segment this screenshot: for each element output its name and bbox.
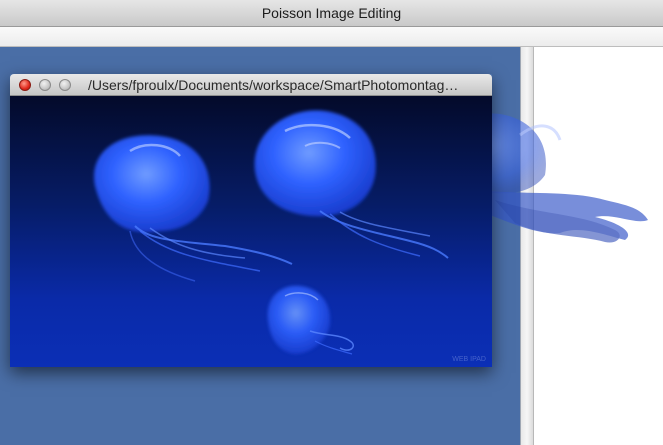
image-watermark: WEB IPAD (452, 356, 486, 363)
jellyfish-icon (267, 285, 354, 355)
close-button[interactable] (19, 79, 31, 91)
source-image[interactable]: WEB IPAD (10, 96, 492, 367)
zoom-button[interactable] (59, 79, 71, 91)
minimize-button[interactable] (39, 79, 51, 91)
document-window[interactable]: /Users/fproulx/Documents/workspace/Smart… (10, 74, 492, 367)
jellyfish-image (94, 110, 449, 355)
result-panel[interactable] (534, 47, 663, 445)
app-titlebar: Poisson Image Editing (0, 0, 663, 27)
jellyfish-icon (254, 110, 449, 259)
document-titlebar[interactable]: /Users/fproulx/Documents/workspace/Smart… (10, 74, 492, 96)
split-divider[interactable] (520, 47, 534, 445)
app-title: Poisson Image Editing (261, 5, 402, 21)
toolbar-strip (0, 27, 663, 47)
document-path-title: /Users/fproulx/Documents/workspace/Smart… (88, 77, 459, 93)
